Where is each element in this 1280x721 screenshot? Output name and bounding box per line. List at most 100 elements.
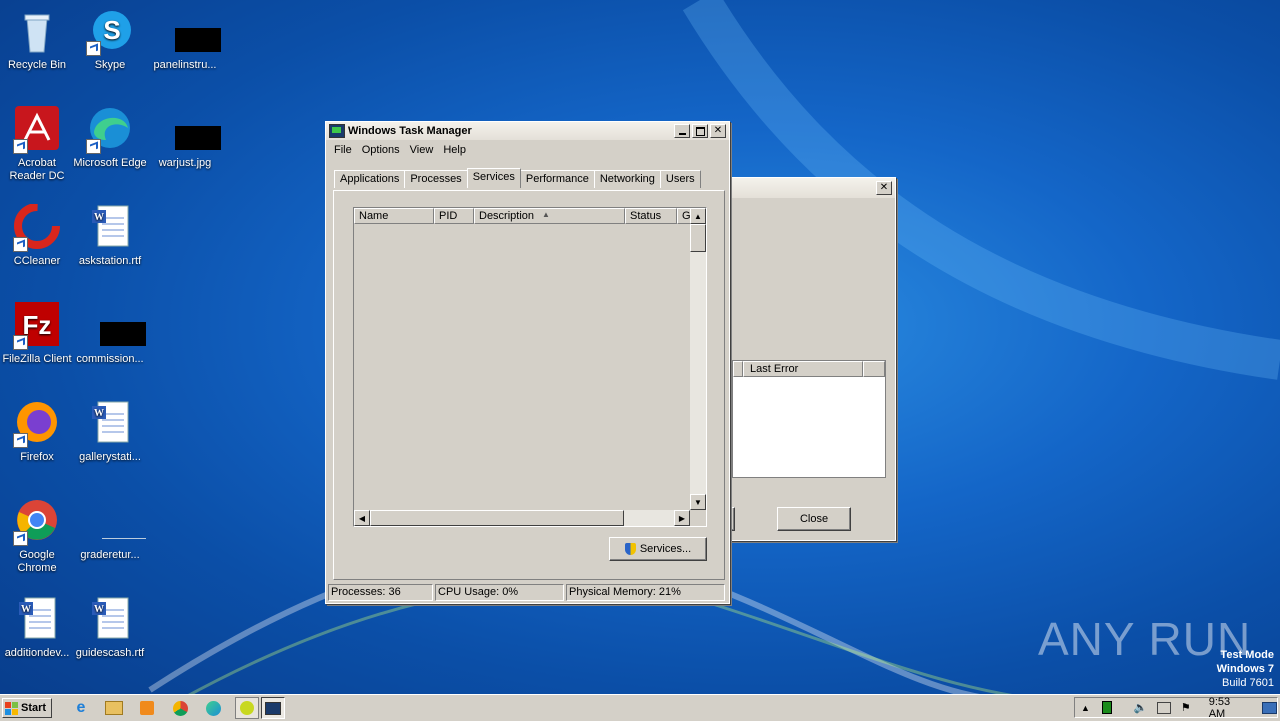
show-desktop-icon[interactable] xyxy=(1261,701,1277,714)
desktop-icon-chrome[interactable]: Google Chrome xyxy=(0,498,74,575)
desktop-icon-warjust[interactable]: warjust.jpg xyxy=(148,106,222,170)
desktop-icon-acrobat[interactable]: Acrobat Reader DC xyxy=(0,106,74,183)
desktop-icon-graderetur[interactable]: graderetur... xyxy=(73,498,147,562)
start-button[interactable]: Start xyxy=(2,698,52,718)
tab-networking[interactable]: Networking xyxy=(593,170,661,188)
uac-shield-icon xyxy=(624,543,636,555)
vertical-scrollbar[interactable]: ▲ ▼ xyxy=(690,208,706,510)
close-button[interactable]: ✕ xyxy=(710,124,726,138)
dialog-close-button[interactable]: ✕ xyxy=(876,181,892,195)
services-button-label: Services... xyxy=(639,543,692,555)
scroll-thumb[interactable] xyxy=(690,224,706,252)
services-button[interactable]: Services... xyxy=(609,537,707,561)
svg-text:W: W xyxy=(21,604,31,615)
tab-services[interactable]: Services xyxy=(466,168,521,188)
network-icon[interactable] xyxy=(1157,701,1171,714)
svg-text:W: W xyxy=(94,212,104,223)
menu-options[interactable]: Options xyxy=(357,144,405,156)
svg-text:S: S xyxy=(103,15,120,45)
scroll-right-button[interactable]: ▶ xyxy=(674,510,690,526)
column-description[interactable]: Description ▲ xyxy=(474,208,625,224)
close-button[interactable]: Close xyxy=(777,507,851,531)
desktop-icon-panelinstru[interactable]: panelinstru... xyxy=(148,8,222,72)
maximize-button[interactable] xyxy=(692,124,708,138)
taskbar-task-manager-icon[interactable] xyxy=(261,697,285,719)
desktop-icon-guidescash[interactable]: W guidescash.rtf xyxy=(73,596,147,660)
menu-view[interactable]: View xyxy=(405,144,439,156)
desktop-icon-filezilla[interactable]: Fz FileZilla Client xyxy=(0,302,74,366)
action-center-flag-icon[interactable]: ⚑ xyxy=(1181,701,1191,714)
background-dialog: ✕ Last Error Close xyxy=(725,177,896,541)
menu-help[interactable]: Help xyxy=(438,144,471,156)
horizontal-scrollbar[interactable]: ◀ ▶ xyxy=(354,510,690,526)
taskbar-edge-icon[interactable] xyxy=(202,698,224,718)
column-group[interactable]: G xyxy=(677,208,691,224)
windows-logo-icon xyxy=(5,701,18,715)
task-manager-window: Windows Task Manager ✕ File Options View… xyxy=(325,121,730,604)
menu-bar: File Options View Help xyxy=(326,140,729,159)
watermark-line1: Test Mode xyxy=(1220,649,1274,661)
taskbar-app-icon[interactable] xyxy=(235,697,259,719)
desktop-icon-recycle-bin[interactable]: Recycle Bin xyxy=(0,8,74,72)
desktop-icon-commission[interactable]: commission... xyxy=(73,302,147,366)
desktop-icon-gallerystati[interactable]: W gallerystati... xyxy=(73,400,147,464)
show-hidden-icons-icon[interactable]: ▲ xyxy=(1081,703,1090,713)
scroll-down-button[interactable]: ▼ xyxy=(690,494,706,510)
column-description-label: Description xyxy=(479,210,535,222)
tab-applications[interactable]: Applications xyxy=(334,170,406,188)
column-status[interactable]: Status xyxy=(625,208,677,224)
watermark-line3: Build 7601 xyxy=(1222,677,1274,689)
scroll-left-button[interactable]: ◀ xyxy=(354,510,370,526)
column-pid[interactable]: PID xyxy=(434,208,474,224)
close-icon: ✕ xyxy=(879,182,889,193)
taskbar: Start e ▲ 🔈 ⚑ 9:53 AM xyxy=(0,694,1280,721)
desktop-icon-edge[interactable]: Microsoft Edge xyxy=(73,106,147,170)
word-document-icon: W xyxy=(86,596,134,644)
word-document-icon: W xyxy=(86,400,134,448)
desktop-icon-skype[interactable]: S Skype xyxy=(73,8,147,72)
services-list[interactable]: Name PID Description ▲ Status G ▲ ▼ ◀ ▶ xyxy=(353,207,707,527)
desktop-icon-label: FileZilla Client xyxy=(2,353,72,365)
watermark-line2: Windows 7 xyxy=(1216,663,1274,675)
hscroll-thumb[interactable] xyxy=(370,510,624,526)
system-tray: ▲ 🔈 ⚑ 9:53 AM xyxy=(1074,696,1278,720)
desktop-icon-label: Acrobat Reader DC xyxy=(9,157,65,182)
tab-performance[interactable]: Performance xyxy=(519,170,595,188)
desktop-icon-label: askstation.rtf xyxy=(78,255,142,267)
minimize-icon xyxy=(678,132,686,135)
tab-users[interactable]: Users xyxy=(659,170,701,188)
test-mode-watermark: Test Mode Windows 7 Build 7601 xyxy=(1217,648,1274,690)
network-status-icon[interactable] xyxy=(1101,701,1112,714)
desktop-icon-label: Google Chrome xyxy=(17,549,57,574)
column-name[interactable]: Name xyxy=(354,208,434,224)
desktop-icon-label: Firefox xyxy=(20,451,54,463)
arrow-down-icon: ▼ xyxy=(694,497,702,507)
taskbar-ie-icon[interactable]: e xyxy=(70,698,92,718)
desktop-icon-label: CCleaner xyxy=(13,255,61,267)
task-manager-icon xyxy=(329,124,345,138)
desktop-icon-label: gallerystati... xyxy=(79,451,141,463)
desktop-icon-label: commission... xyxy=(76,353,144,365)
minimize-button[interactable] xyxy=(674,124,690,138)
column-last-error[interactable]: Last Error xyxy=(743,361,863,377)
desktop-icon-additiondev[interactable]: W additiondev... xyxy=(0,596,74,660)
desktop-icon-label: warjust.jpg xyxy=(158,157,212,169)
menu-file[interactable]: File xyxy=(329,144,357,156)
tab-processes[interactable]: Processes xyxy=(404,170,468,188)
volume-icon[interactable]: 🔈 xyxy=(1134,701,1148,714)
scroll-up-button[interactable]: ▲ xyxy=(690,208,706,224)
title-bar[interactable]: Windows Task Manager ✕ xyxy=(326,122,729,140)
skype-icon: S xyxy=(86,8,134,56)
desktop-icon-askstation[interactable]: W askstation.rtf xyxy=(73,204,147,268)
error-list: Last Error xyxy=(732,360,886,478)
edge-icon xyxy=(86,106,134,154)
filezilla-icon: Fz xyxy=(13,302,61,350)
clock[interactable]: 9:53 AM xyxy=(1209,696,1248,720)
desktop-icon-firefox[interactable]: Firefox xyxy=(0,400,74,464)
taskbar-chrome-icon[interactable] xyxy=(169,698,191,718)
tab-strip: Applications Processes Services Performa… xyxy=(334,168,701,188)
taskbar-media-player-icon[interactable] xyxy=(136,698,158,718)
desktop-icon-ccleaner[interactable]: CCleaner xyxy=(0,203,74,268)
taskbar-explorer-icon[interactable] xyxy=(103,698,125,718)
list-header: Name PID Description ▲ Status G xyxy=(354,208,706,224)
